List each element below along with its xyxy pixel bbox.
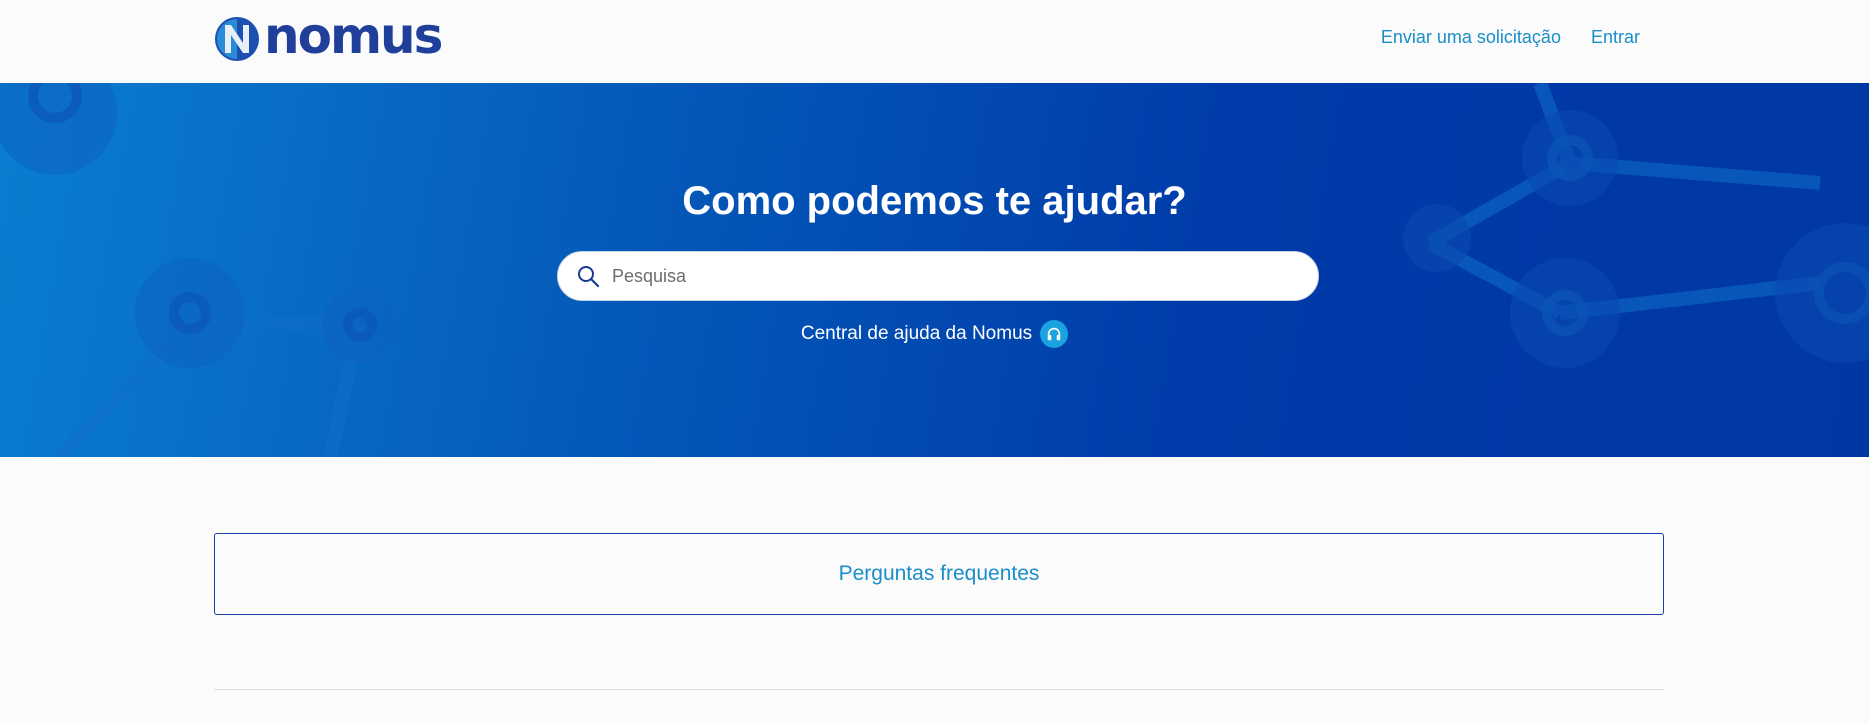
section-divider: [214, 689, 1664, 690]
site-header: nomus Enviar uma solicitação Entrar: [0, 0, 1869, 83]
search-bar: [557, 251, 1319, 301]
faq-category-card[interactable]: Perguntas frequentes: [214, 533, 1664, 615]
sign-in-link[interactable]: Entrar: [1591, 27, 1640, 48]
search-input[interactable]: [610, 264, 1294, 288]
search-icon: [578, 266, 600, 288]
header-nav: Enviar uma solicitação Entrar: [1381, 27, 1640, 48]
help-center-label: Central de ajuda da Nomus: [800, 323, 1033, 344]
hero-title: Como podemos te ajudar?: [682, 179, 1187, 223]
submit-request-link[interactable]: Enviar uma solicitação: [1381, 27, 1561, 48]
help-center-tagline: Central de ajuda da Nomus: [0, 320, 1869, 348]
faq-category-label: Perguntas frequentes: [838, 562, 1040, 585]
headset-icon: [1040, 320, 1069, 348]
hero-banner: Como podemos te ajudar? Central de ajuda…: [0, 83, 1869, 457]
logo-wordmark: nomus: [264, 7, 443, 65]
nomus-logo[interactable]: nomus: [214, 7, 443, 65]
nomus-logo-icon: [215, 17, 259, 61]
